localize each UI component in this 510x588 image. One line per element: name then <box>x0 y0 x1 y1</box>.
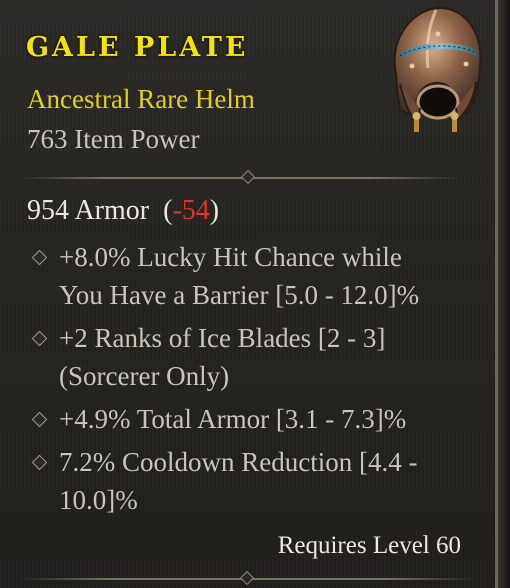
affix-line: +4.9% Total Armor [3.1 - 7.3]% <box>59 400 459 438</box>
item-type: Ancestral Rare Helm <box>27 84 255 114</box>
armor-label: 954 Armor <box>27 195 150 226</box>
affix-text: 7.2% Cooldown Reduction [4.4 - <box>59 447 418 477</box>
helm-icon <box>393 6 482 132</box>
armor-delta: -54 <box>172 195 210 226</box>
affix-line: +8.0% Lucky Hit Chance while You Have a … <box>59 238 459 314</box>
affix-text: (Sorcerer Only) <box>59 361 230 391</box>
affix-text: 10.0]% <box>59 485 138 515</box>
armor-value: 954 Armor (-54) <box>27 195 219 227</box>
affix-bullet-icon <box>31 330 48 347</box>
affix-line: +2 Ranks of Ice Blades [2 - 3] (Sorcerer… <box>59 319 459 395</box>
affix-text: +8.0% Lucky Hit Chance while <box>59 242 402 272</box>
level-requirement: Requires Level 60 <box>277 532 461 559</box>
item-name: GALE PLATE <box>26 32 249 63</box>
affix-bullet-icon <box>31 454 48 471</box>
affix-text: You Have a Barrier [5.0 - 12.0]% <box>59 280 420 310</box>
affix-line: 7.2% Cooldown Reduction [4.4 - 10.0]% <box>59 443 459 519</box>
affix-text: +4.9% Total Armor [3.1 - 7.3]% <box>59 404 407 434</box>
affix-text: +2 Ranks of Ice Blades [2 - 3] <box>59 323 386 353</box>
item-power: 763 Item Power <box>27 124 200 154</box>
section-divider <box>20 169 460 185</box>
affix-bullet-icon <box>31 411 48 428</box>
bottom-divider <box>20 570 476 586</box>
tooltip-frame-edge <box>498 0 510 588</box>
affix-bullet-icon <box>31 249 48 266</box>
armor-paren-close: ) <box>209 195 220 226</box>
item-tooltip: GALE PLATE Ancestral Rare Helm 763 Item … <box>0 0 498 588</box>
